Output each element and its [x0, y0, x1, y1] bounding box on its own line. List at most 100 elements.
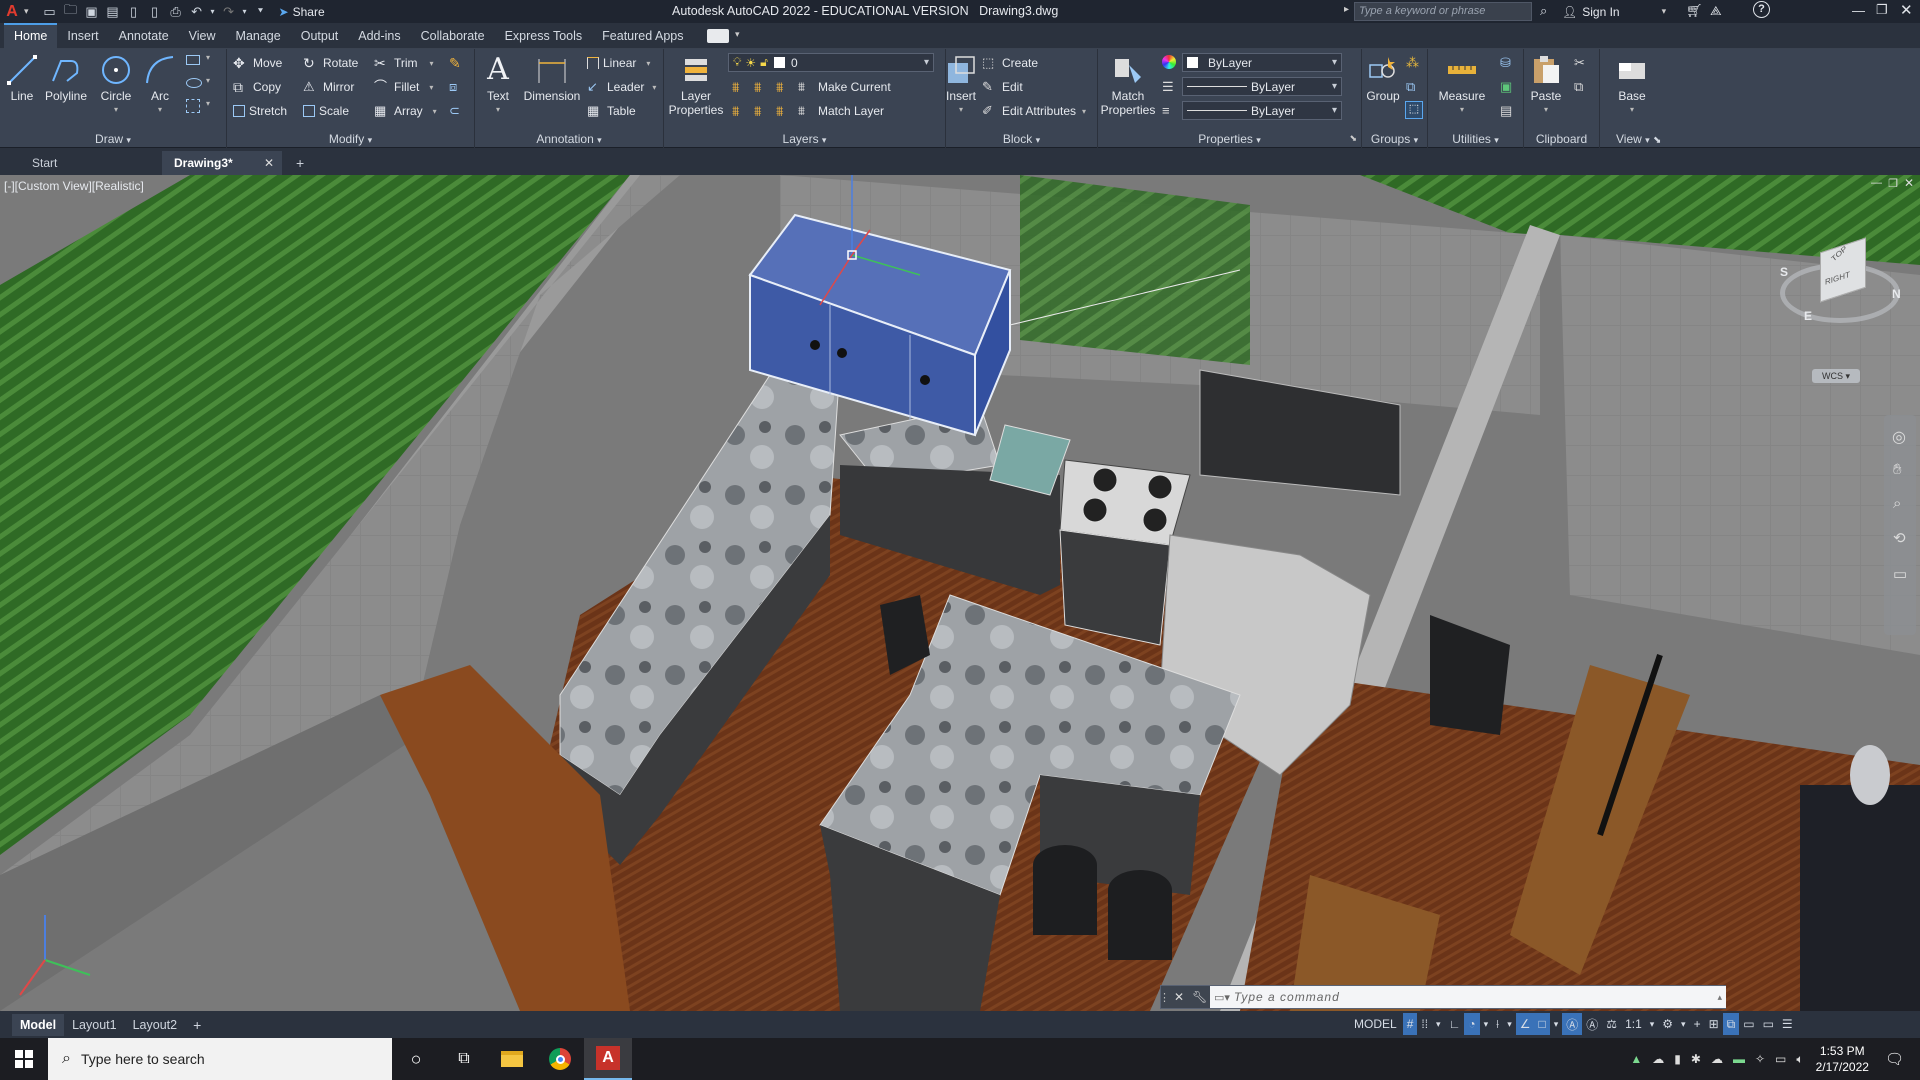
- lineweight-dropdown[interactable]: ByLayer: [1182, 101, 1342, 120]
- leader-button[interactable]: ↙ Leader ▾: [587, 77, 656, 97]
- group-edit-icon[interactable]: ⧉: [1406, 79, 1415, 95]
- quick-properties-icon[interactable]: ⧉: [1722, 1013, 1740, 1035]
- add-layout-button[interactable]: +: [185, 1014, 209, 1036]
- taskbar-search-box[interactable]: ⌕ Type here to search: [48, 1038, 392, 1080]
- polar-icon[interactable]: ◔: [1464, 1013, 1480, 1035]
- hatch-icon[interactable]: [186, 99, 200, 113]
- tab-drawing3[interactable]: Drawing3* ✕: [162, 151, 282, 175]
- trim-button[interactable]: ✂︎ Trim ▾: [374, 53, 434, 73]
- sign-in-dropdown-icon[interactable]: ▾: [1662, 6, 1667, 17]
- pan-icon[interactable]: ✋︎: [1893, 461, 1902, 478]
- clipboard-panel-title[interactable]: Clipboard: [1524, 132, 1599, 146]
- ungroup-icon[interactable]: ⁂: [1406, 55, 1419, 71]
- layers-panel-title[interactable]: Layers ▾: [664, 132, 945, 146]
- system-tray-icon-1[interactable]: ▲: [1630, 1052, 1642, 1066]
- fillet-button[interactable]: ⌒ Fillet ▾: [374, 77, 433, 97]
- help-search-input[interactable]: Type a keyword or phrase: [1354, 2, 1532, 21]
- edit-button[interactable]: ✎ Edit: [982, 77, 1023, 97]
- insert-button[interactable]: Insert ▾: [946, 53, 976, 117]
- viewport-minimize-icon[interactable]: —: [1871, 177, 1882, 189]
- table-button[interactable]: ▦ Table: [587, 101, 636, 121]
- start-button[interactable]: [0, 1038, 48, 1080]
- isodraft-dropdown-icon[interactable]: ▾: [1503, 1013, 1516, 1035]
- customization-icon[interactable]: ☰: [1778, 1013, 1797, 1035]
- annotation-scale-icon[interactable]: ⚖: [1602, 1013, 1621, 1035]
- linetype-dropdown[interactable]: ByLayer: [1182, 77, 1342, 96]
- steering-wheel-icon[interactable]: ◎: [1892, 427, 1906, 447]
- network-icon[interactable]: ▭: [1775, 1052, 1786, 1066]
- close-tab-icon[interactable]: ✕: [264, 151, 274, 175]
- undo-dropdown-icon[interactable]: ▾: [209, 4, 217, 20]
- ortho-icon[interactable]: ∟: [1445, 1013, 1465, 1035]
- stretch-button[interactable]: Stretch: [233, 101, 287, 121]
- file-explorer-icon[interactable]: [488, 1038, 536, 1080]
- group-button[interactable]: Group: [1366, 53, 1400, 103]
- command-handle-icon[interactable]: ⋮: [1159, 991, 1170, 1004]
- rectangle-icon[interactable]: [186, 55, 200, 65]
- modify-panel-title[interactable]: Modify ▾: [227, 132, 474, 146]
- orbit-icon[interactable]: ⟲: [1893, 529, 1906, 547]
- new-tab-button[interactable]: +: [284, 151, 317, 175]
- system-tray-icon-5[interactable]: ☁︎: [1711, 1052, 1723, 1066]
- annotation-visibility-icon[interactable]: Ⓐ: [1562, 1013, 1583, 1035]
- hatch-dropdown-icon[interactable]: ▾: [206, 99, 210, 108]
- wcs-menu-button[interactable]: WCS ▾: [1812, 369, 1860, 383]
- minimize-icon[interactable]: —: [1852, 3, 1865, 18]
- autocad-taskbar-icon[interactable]: A: [584, 1038, 632, 1080]
- match-layer-button[interactable]: ⩩ Match Layer: [798, 101, 884, 121]
- ellipse-dropdown-icon[interactable]: ▾: [206, 76, 210, 85]
- object-snap-dropdown-icon[interactable]: ▾: [1550, 1013, 1563, 1035]
- system-tray-icon-3[interactable]: ▮: [1674, 1052, 1681, 1066]
- viewport-restore-icon[interactable]: ❐: [1888, 177, 1898, 190]
- notifications-icon[interactable]: 🗨︎: [1885, 1050, 1904, 1068]
- array-button[interactable]: ▦ Array ▾: [374, 101, 437, 121]
- viewport-controls-label[interactable]: [-][Custom View][Realistic]: [4, 179, 144, 193]
- tab-home[interactable]: Home: [4, 22, 58, 49]
- layer-tool-icon-1[interactable]: ⩩: [732, 79, 739, 96]
- calculator-icon[interactable]: ▤: [1500, 103, 1512, 119]
- lineweight-icon[interactable]: ≡: [1162, 103, 1170, 118]
- tab-layout2[interactable]: Layout2: [125, 1014, 185, 1036]
- model-scene[interactable]: [0, 175, 1920, 1011]
- tab-featured-apps[interactable]: Featured Apps: [592, 23, 693, 49]
- save-as-icon[interactable]: ▤: [104, 4, 122, 20]
- restore-icon[interactable]: ❐: [1876, 2, 1888, 18]
- arc-button[interactable]: Arc ▾: [144, 53, 176, 117]
- undo-icon[interactable]: ↶: [188, 4, 206, 20]
- annotation-scale-value[interactable]: 1:1: [1621, 1013, 1646, 1035]
- explode-icon[interactable]: ⧈: [449, 79, 457, 95]
- system-tray-icon-6[interactable]: ▬: [1733, 1052, 1745, 1066]
- zoom-icon[interactable]: ⌕: [1893, 495, 1901, 512]
- clean-screen-icon[interactable]: ▭: [1759, 1013, 1778, 1035]
- color-wheel-icon[interactable]: [1162, 55, 1176, 69]
- help-icon[interactable]: ?: [1753, 1, 1770, 18]
- tab-annotate[interactable]: Annotate: [109, 23, 179, 49]
- rotate-button[interactable]: ↻ Rotate: [303, 53, 358, 73]
- app-menu-chevron-icon[interactable]: ▾: [24, 6, 29, 17]
- compass-e[interactable]: E: [1804, 309, 1812, 323]
- grid-icon[interactable]: #: [1402, 1013, 1418, 1035]
- viewport-close-icon[interactable]: ✕: [1904, 176, 1914, 190]
- annotation-monitor-icon[interactable]: +: [1690, 1013, 1705, 1035]
- properties-panel-title[interactable]: Properties ▾: [1098, 132, 1361, 146]
- units-icon[interactable]: ⊞: [1705, 1013, 1723, 1035]
- share-button[interactable]: ➤ Share: [279, 5, 325, 19]
- tab-collaborate[interactable]: Collaborate: [411, 23, 495, 49]
- new-icon[interactable]: ▭: [41, 4, 59, 20]
- system-tray-icon-4[interactable]: ✱: [1691, 1052, 1701, 1066]
- redo-icon[interactable]: ↷: [220, 4, 238, 20]
- drawing-viewport[interactable]: [-][Custom View][Realistic] — ❐ ✕ TOP RI…: [0, 175, 1920, 1011]
- cortana-icon[interactable]: ○: [392, 1049, 440, 1070]
- layer-tool-icon-6[interactable]: ⩩: [776, 103, 783, 120]
- isodraft-icon[interactable]: ⟊: [1492, 1013, 1503, 1035]
- ribbon-toggle-button[interactable]: ▾: [707, 28, 739, 43]
- layer-dropdown[interactable]: 💡︎ ☀ 🔓︎ 0 ▾: [728, 53, 934, 72]
- utilities-panel-title[interactable]: Utilities ▾: [1428, 132, 1523, 146]
- object-snap-icon[interactable]: □: [1534, 1013, 1550, 1035]
- annotation-panel-title[interactable]: Annotation ▾: [475, 132, 663, 146]
- cut-icon[interactable]: ✂︎: [1574, 55, 1585, 71]
- offset-icon[interactable]: ⊂: [449, 103, 460, 119]
- close-icon[interactable]: ✕: [1900, 1, 1913, 19]
- volume-icon[interactable]: 🔈︎: [1796, 1052, 1803, 1067]
- snap-dropdown-icon[interactable]: ▾: [1432, 1013, 1445, 1035]
